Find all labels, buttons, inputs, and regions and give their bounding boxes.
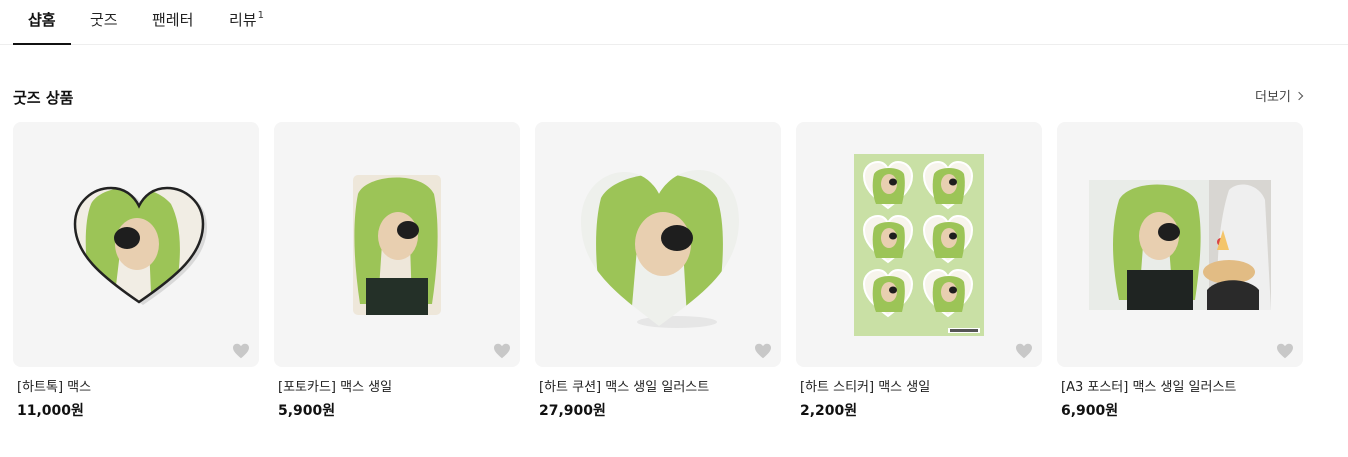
heart-icon[interactable] [754,343,772,359]
product-price: 5,900원 [278,403,336,419]
product-price: 11,000원 [17,403,84,419]
product-image[interactable] [796,122,1042,367]
tab-goods[interactable]: 굿즈 [90,9,118,45]
product-card[interactable]: [하트 쿠션] 맥스 생일 일러스트 27,900원 [535,122,781,420]
active-tab-indicator [13,43,71,45]
tab-fan-letter[interactable]: 팬레터 [152,9,193,45]
tab-reviews[interactable]: 리뷰1 [229,9,264,45]
tab-reviews-label: 리뷰 [229,11,257,29]
section-title: 굿즈 상품 [13,89,74,107]
review-count-badge: 1 [257,10,264,21]
product-card[interactable]: [A3 포스터] 맥스 생일 일러스트 6,900원 [1057,122,1303,420]
heart-icon[interactable] [1276,343,1294,359]
product-price: 27,900원 [539,403,606,419]
heart-grip-image [73,186,207,305]
shop-tabs: 샵홈 굿즈 팬레터 리뷰1 [0,0,1348,45]
more-button[interactable]: 더보기 [1255,86,1304,105]
product-card[interactable]: [하트톡] 맥스 11,000원 [13,122,259,420]
tab-shop-home[interactable]: 샵홈 [28,9,56,45]
heart-icon[interactable] [232,343,250,359]
more-label: 더보기 [1255,90,1291,105]
sticker-sheet-image [854,154,984,336]
product-name[interactable]: [하트톡] 맥스 [13,376,259,395]
product-name[interactable]: [포토카드] 맥스 생일 [274,376,520,395]
product-card[interactable]: [하트 스티커] 맥스 생일 2,200원 [796,122,1042,420]
heart-cushion-image [581,170,739,328]
product-image[interactable] [535,122,781,367]
poster-image [1089,180,1271,310]
product-image[interactable] [13,122,259,367]
product-image[interactable] [274,122,520,367]
product-card[interactable]: [포토카드] 맥스 생일 5,900원 [274,122,520,420]
heart-icon[interactable] [1015,343,1033,359]
product-name[interactable]: [하트 쿠션] 맥스 생일 일러스트 [535,376,781,395]
product-name[interactable]: [하트 스티커] 맥스 생일 [796,376,1042,395]
product-image[interactable] [1057,122,1303,367]
product-name[interactable]: [A3 포스터] 맥스 생일 일러스트 [1057,376,1303,395]
heart-icon[interactable] [493,343,511,359]
product-price: 2,200원 [800,403,858,419]
photocard-image [353,175,441,315]
product-price: 6,900원 [1061,403,1119,419]
chevron-right-icon [1294,91,1304,101]
